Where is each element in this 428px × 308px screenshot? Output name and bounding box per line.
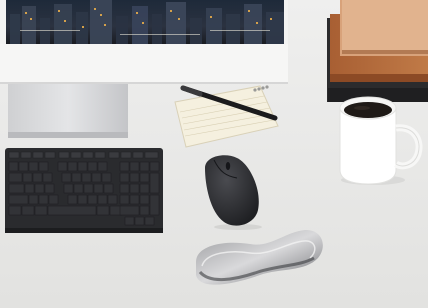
monitor [0,0,288,84]
coffee [344,102,392,118]
desk-photo [0,0,428,308]
scene-svg [0,0,428,308]
book-stack [327,0,428,102]
monitor-stand [8,82,128,138]
keyboard [5,148,163,233]
